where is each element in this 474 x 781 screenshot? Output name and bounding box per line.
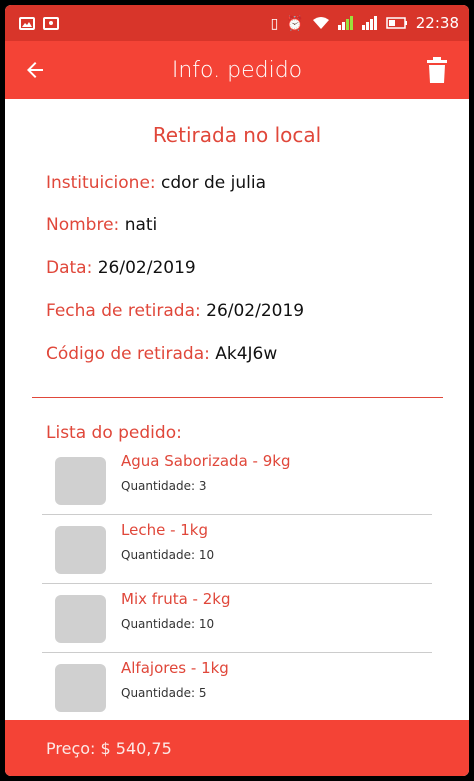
field-date: Data: 26/02/2019 xyxy=(46,258,196,278)
product-quantity: Quantidade: 10 xyxy=(121,617,215,631)
field-value: 26/02/2019 xyxy=(97,258,196,278)
app-bar: Info. pedido xyxy=(5,41,469,99)
field-value: nati xyxy=(124,215,158,235)
product-quantity: Quantidade: 5 xyxy=(121,686,207,700)
price-footer: Preço: $ 540,75 xyxy=(5,720,469,776)
signal-1-icon xyxy=(337,16,353,30)
back-arrow-icon[interactable] xyxy=(23,58,47,82)
field-label: Fecha de retirada: xyxy=(46,301,201,321)
alarm-icon: ⏰ xyxy=(286,15,304,31)
clock: 22:38 xyxy=(415,14,459,32)
product-name: Leche - 1kg xyxy=(121,521,209,539)
product-name: Mix fruta - 2kg xyxy=(121,590,231,608)
field-label: Nombre: xyxy=(46,215,120,235)
order-type: Retirada no local xyxy=(152,123,322,147)
product-thumbnail xyxy=(55,664,106,712)
product-name: Agua Saborizada - 9kg xyxy=(121,452,291,470)
battery-icon xyxy=(386,17,407,29)
product-quantity: Quantidade: 10 xyxy=(121,548,215,562)
product-thumbnail xyxy=(55,526,106,574)
list-item[interactable]: Agua Saborizada - 9kg Quantidade: 3 xyxy=(42,446,432,515)
product-quantity: Quantidade: 3 xyxy=(121,479,207,493)
field-label: Código de retirada: xyxy=(46,344,210,364)
divider xyxy=(32,397,443,398)
field-label: Data: xyxy=(46,258,93,278)
phone-screen: ▯ ⏰ 22:38 Info. pedido Retirada no local… xyxy=(5,5,469,776)
list-title: Lista do pedido: xyxy=(46,423,182,443)
field-value: Ak4J6w xyxy=(215,344,278,364)
list-item[interactable]: Leche - 1kg Quantidade: 10 xyxy=(42,515,432,584)
product-name: Alfajores - 1kg xyxy=(121,659,229,677)
field-name: Nombre: nati xyxy=(46,215,157,235)
product-thumbnail xyxy=(55,595,106,643)
status-bar: ▯ ⏰ 22:38 xyxy=(5,5,469,41)
field-institution: Instituicione: cdor de julia xyxy=(46,173,266,193)
image-notification-icon xyxy=(19,16,35,30)
screen-record-icon xyxy=(43,16,59,30)
trash-icon[interactable] xyxy=(427,57,447,83)
field-pickup-code: Código de retirada: Ak4J6w xyxy=(46,344,277,364)
wifi-icon xyxy=(312,17,329,29)
product-thumbnail xyxy=(55,457,106,505)
list-item[interactable]: Mix fruta - 2kg Quantidade: 10 xyxy=(42,584,432,653)
total-price: Preço: $ 540,75 xyxy=(46,738,172,758)
list-item[interactable]: Alfajores - 1kg Quantidade: 5 xyxy=(42,653,432,722)
page-title: Info. pedido xyxy=(171,57,303,83)
field-label: Instituicione: xyxy=(46,173,156,193)
vibrate-icon: ▯ xyxy=(270,15,279,31)
signal-2-icon xyxy=(361,16,377,30)
field-pickup-date: Fecha de retirada: 26/02/2019 xyxy=(46,301,304,321)
field-value: cdor de julia xyxy=(161,173,266,193)
field-value: 26/02/2019 xyxy=(206,301,305,321)
